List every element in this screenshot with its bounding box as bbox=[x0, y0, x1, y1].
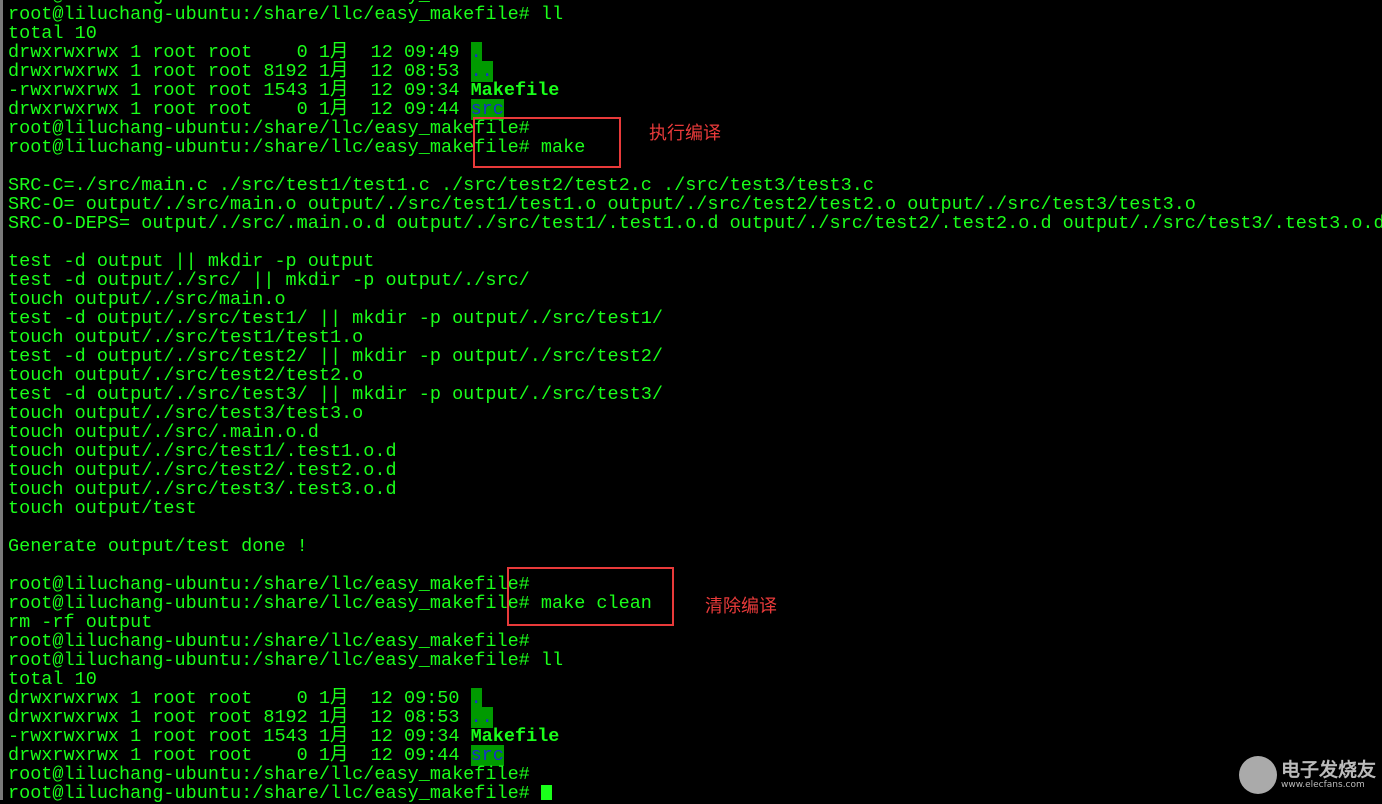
terminal-line: touch output/./src/test3/test3.o bbox=[8, 404, 1382, 423]
line-text: root@liluchang-ubuntu:/share/llc/easy_ma… bbox=[8, 650, 564, 671]
terminal-line: drwxrwxrwx 1 root root 0 1月 12 09:44 src bbox=[8, 99, 1382, 120]
line-text: SRC-O= output/./src/main.o output/./src/… bbox=[8, 194, 1196, 215]
line-text: drwxrwxrwx 1 root root 0 1月 12 09:44 bbox=[8, 99, 471, 120]
terminal-line: drwxrwxrwx 1 root root 0 1月 12 09:44 src bbox=[8, 745, 1382, 766]
line-text: drwxrwxrwx 1 root root 0 1月 12 09:50 bbox=[8, 688, 471, 709]
ls-entry: Makefile bbox=[470, 726, 560, 747]
terminal-line: SRC-C=./src/main.c ./src/test1/test1.c .… bbox=[8, 176, 1382, 195]
terminal-line: drwxrwxrwx 1 root root 0 1月 12 09:49 . bbox=[8, 42, 1382, 63]
terminal-line: touch output/test bbox=[8, 499, 1382, 518]
line-text: SRC-C=./src/main.c ./src/test1/test1.c .… bbox=[8, 175, 874, 196]
line-text: touch output/./src/test3/test3.o bbox=[8, 403, 364, 424]
terminal-line: touch output/./src/test2/test2.o bbox=[8, 366, 1382, 385]
line-text: root@liluchang-ubuntu:/share/llc/easy_ma… bbox=[8, 631, 530, 652]
line-text: drwxrwxrwx 1 root root 8192 1月 12 08:53 bbox=[8, 707, 471, 728]
terminal-line: test -d output/./src/test1/ || mkdir -p … bbox=[8, 309, 1382, 328]
line-text: root@liluchang-ubuntu:/share/llc/easy_ma… bbox=[8, 118, 530, 139]
line-text: root@liluchang-ubuntu:/share/llc/easy_ma… bbox=[8, 574, 530, 595]
terminal-line: total 10 bbox=[8, 670, 1382, 689]
watermark-name: 电子发烧友 bbox=[1280, 759, 1376, 781]
watermark-url: www.elecfans.com bbox=[1280, 780, 1365, 790]
line-text: SRC-O-DEPS= output/./src/.main.o.d outpu… bbox=[8, 213, 1382, 234]
annotation-box-make bbox=[473, 117, 621, 168]
watermark-logo: 电子发烧友 www.elecfans.com bbox=[1238, 756, 1376, 794]
ls-entry: . bbox=[470, 42, 482, 63]
terminal-line: Generate output/test done ! bbox=[8, 537, 1382, 556]
terminal-line: touch output/./src/test1/test1.o bbox=[8, 328, 1382, 347]
terminal-line: -rwxrwxrwx 1 root root 1543 1月 12 09:34 … bbox=[8, 81, 1382, 100]
ls-entry: .. bbox=[470, 707, 493, 728]
terminal-line: root@liluchang-ubuntu:/share/llc/easy_ma… bbox=[8, 632, 1382, 651]
ls-entry: .. bbox=[470, 61, 493, 82]
terminal-line: touch output/./src/test2/.test2.o.d bbox=[8, 461, 1382, 480]
terminal-line: touch output/./src/test3/.test3.o.d bbox=[8, 480, 1382, 499]
annotation-box-clean bbox=[507, 567, 674, 626]
annotation-clean: 清除编译 bbox=[705, 596, 777, 617]
terminal-line: test -d output/./src/test3/ || mkdir -p … bbox=[8, 385, 1382, 404]
terminal-line: root@liluchang-ubuntu:/share/llc/easy_ma… bbox=[8, 594, 1382, 613]
line-text: test -d output || mkdir -p output bbox=[8, 251, 375, 272]
terminal-line: touch output/./src/test1/.test1.o.d bbox=[8, 442, 1382, 461]
line-text: touch output/./src/test3/.test3.o.d bbox=[8, 479, 397, 500]
line-text: touch output/test bbox=[8, 498, 197, 519]
line-text: touch output/./src/test1/test1.o bbox=[8, 327, 364, 348]
ls-entry: . bbox=[470, 688, 482, 709]
line-text: touch output/./src/test1/.test1.o.d bbox=[8, 441, 397, 462]
terminal-line: root@liluchang-ubuntu:/share/llc/easy_ma… bbox=[8, 575, 1382, 594]
ls-entry: Makefile bbox=[470, 80, 560, 101]
terminal-line: total 10 bbox=[8, 24, 1382, 43]
line-text: -rwxrwxrwx 1 root root 1543 1月 12 09:34 bbox=[8, 80, 471, 101]
line-text: touch output/./src/.main.o.d bbox=[8, 422, 319, 443]
line-text: root@liluchang-ubuntu:/share/llc/easy_ma… bbox=[8, 764, 530, 785]
terminal-line: root@liluchang-ubuntu:/share/llc/easy_ma… bbox=[8, 5, 1382, 24]
annotation-make: 执行编译 bbox=[649, 123, 721, 144]
line-text: total 10 bbox=[8, 669, 97, 690]
terminal-line: root@liluchang-ubuntu:/share/llc/easy_ma… bbox=[8, 784, 1382, 803]
terminal-line: root@liluchang-ubuntu:/share/llc/easy_ma… bbox=[8, 651, 1382, 670]
terminal-line: test -d output/./src/test2/ || mkdir -p … bbox=[8, 347, 1382, 366]
line-text: touch output/./src/main.o bbox=[8, 289, 286, 310]
window-border bbox=[0, 0, 3, 800]
line-text: Generate output/test done ! bbox=[8, 536, 308, 557]
terminal-line: drwxrwxrwx 1 root root 0 1月 12 09:50 . bbox=[8, 688, 1382, 709]
terminal-line: SRC-O-DEPS= output/./src/.main.o.d outpu… bbox=[8, 214, 1382, 233]
line-text: touch output/./src/test2/test2.o bbox=[8, 365, 364, 386]
line-text: root@liluchang-ubuntu:/share/llc/easy_ma… bbox=[8, 4, 564, 25]
terminal-line: test -d output || mkdir -p output bbox=[8, 252, 1382, 271]
line-text: test -d output/./src/test1/ || mkdir -p … bbox=[8, 308, 664, 329]
terminal-line: rm -rf output bbox=[8, 613, 1382, 632]
terminal-line: touch output/./src/main.o bbox=[8, 290, 1382, 309]
line-text: drwxrwxrwx 1 root root 0 1月 12 09:44 bbox=[8, 745, 471, 766]
logo-icon bbox=[1238, 756, 1277, 794]
ls-entry: src bbox=[470, 745, 504, 766]
line-text: rm -rf output bbox=[8, 612, 153, 633]
terminal-line: drwxrwxrwx 1 root root 8192 1月 12 08:53 … bbox=[8, 707, 1382, 728]
line-text: test -d output/./src/test2/ || mkdir -p … bbox=[8, 346, 664, 367]
terminal-line: test -d output/./src/ || mkdir -p output… bbox=[8, 271, 1382, 290]
line-text: test -d output/./src/ || mkdir -p output… bbox=[8, 270, 530, 291]
line-text: total 10 bbox=[8, 23, 97, 44]
terminal-line: -rwxrwxrwx 1 root root 1543 1月 12 09:34 … bbox=[8, 727, 1382, 746]
line-text: -rwxrwxrwx 1 root root 1543 1月 12 09:34 bbox=[8, 726, 471, 747]
line-text: root@liluchang-ubuntu:/share/llc/easy_ma… bbox=[8, 783, 541, 804]
line-text: touch output/./src/test2/.test2.o.d bbox=[8, 460, 397, 481]
line-text: test -d output/./src/test3/ || mkdir -p … bbox=[8, 384, 664, 405]
terminal-line: root@liluchang-ubuntu:/share/llc/easy_ma… bbox=[8, 765, 1382, 784]
terminal-line: drwxrwxrwx 1 root root 8192 1月 12 08:53 … bbox=[8, 61, 1382, 82]
terminal-line: touch output/./src/.main.o.d bbox=[8, 423, 1382, 442]
terminal-line: SRC-O= output/./src/main.o output/./src/… bbox=[8, 195, 1382, 214]
terminal-cursor bbox=[540, 785, 552, 800]
line-text: drwxrwxrwx 1 root root 8192 1月 12 08:53 bbox=[8, 61, 471, 82]
line-text: drwxrwxrwx 1 root root 0 1月 12 09:49 bbox=[8, 42, 471, 63]
